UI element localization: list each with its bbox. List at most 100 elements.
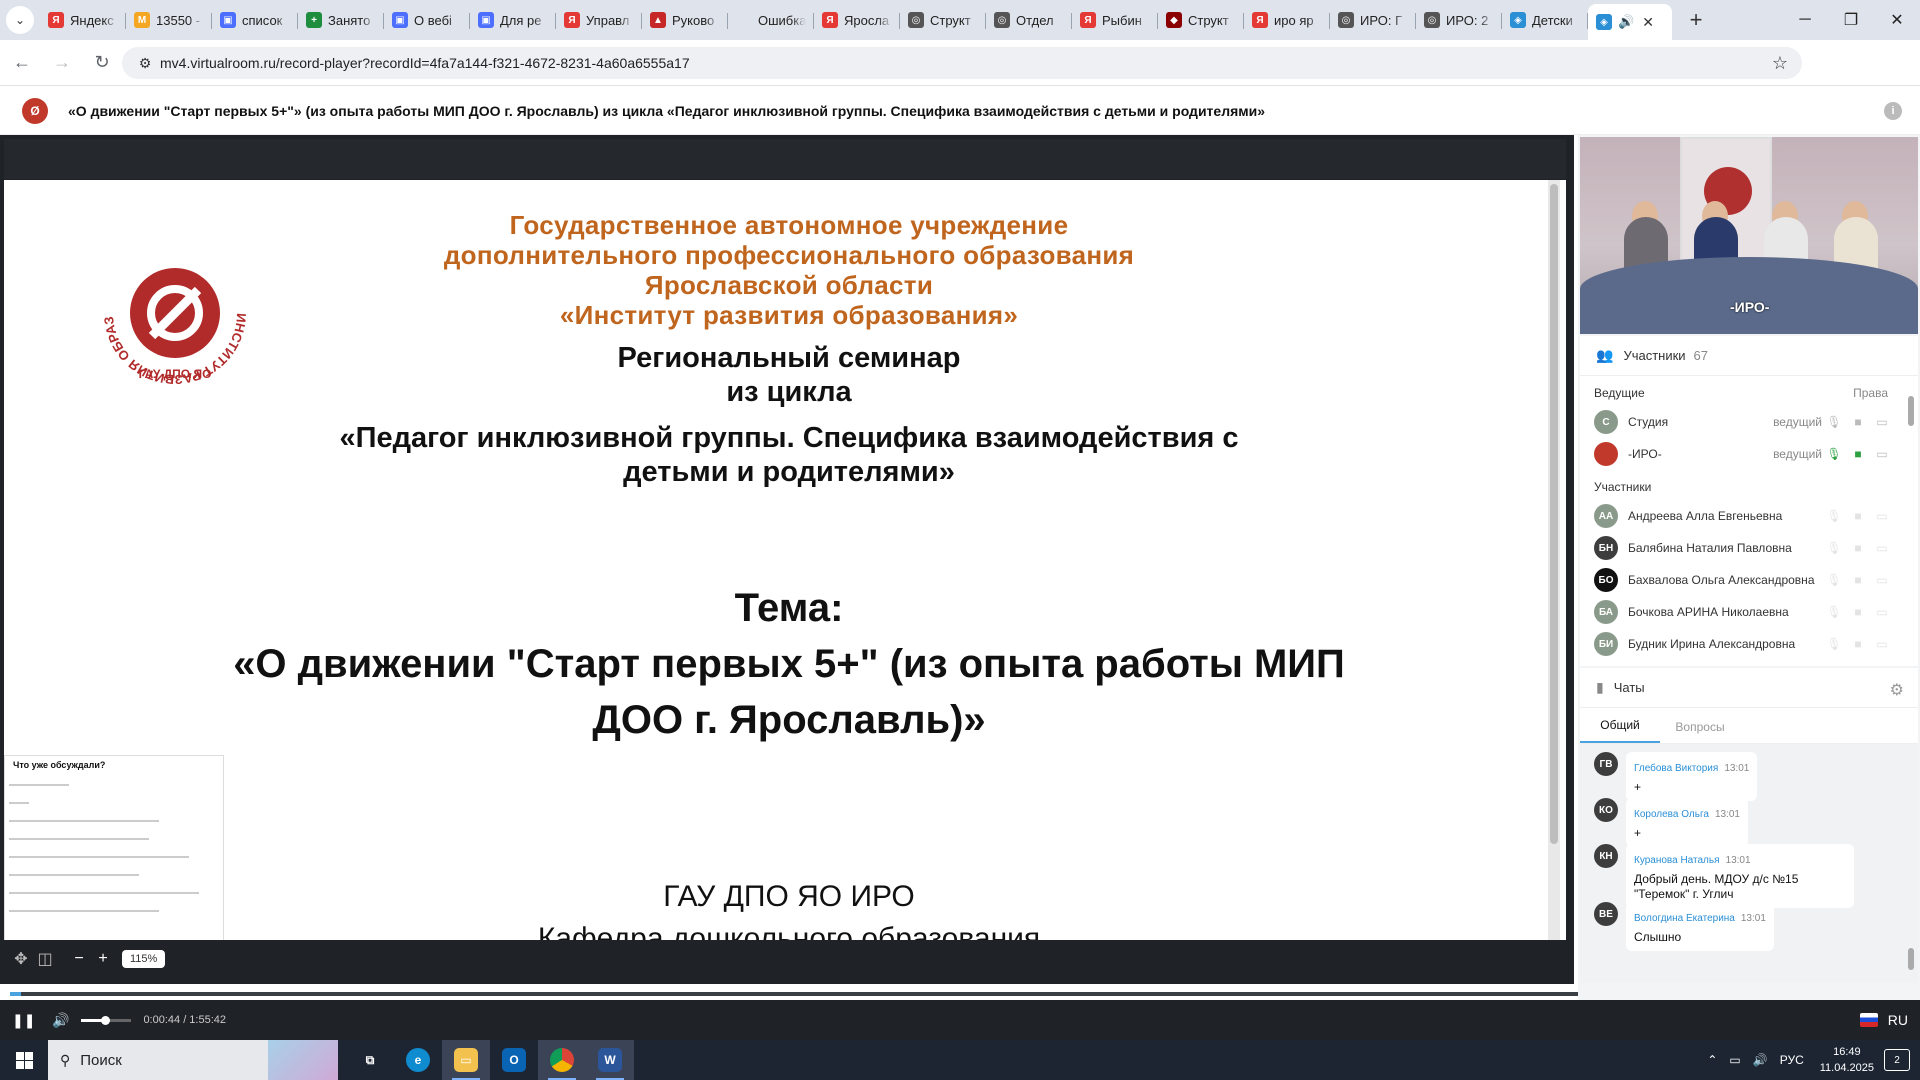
info-icon[interactable]: i <box>1884 101 1902 120</box>
message-author[interactable]: Королева Ольга <box>1634 809 1709 820</box>
task-view-button[interactable]: ⧉ <box>346 1040 394 1080</box>
explorer-app[interactable]: ▭ <box>442 1040 490 1080</box>
slide-scrollbar-thumb[interactable] <box>1550 184 1558 844</box>
pan-icon[interactable]: ✥ <box>10 948 32 970</box>
microphone-icon[interactable]: 🎙 <box>1826 637 1842 651</box>
volume-slider[interactable] <box>81 1015 132 1025</box>
fit-icon[interactable]: ◫ <box>34 948 56 970</box>
forward-button[interactable]: → <box>44 45 80 81</box>
screen-share-icon[interactable]: ▭ <box>1874 509 1890 523</box>
participant-row[interactable]: БИ Будник Ирина Александровна 🎙 ■ ▭ <box>1580 628 1918 660</box>
browser-tab[interactable]: Яиро яр <box>1244 4 1330 36</box>
camera-icon[interactable]: ■ <box>1850 605 1866 619</box>
browser-tab[interactable]: Я Яндекс <box>40 4 126 36</box>
microphone-icon[interactable]: 🎙 <box>1826 447 1842 461</box>
audio-playing-icon[interactable]: 🔊 <box>1618 14 1634 30</box>
browser-tab[interactable]: ◎ Отдел <box>986 4 1072 36</box>
microphone-icon[interactable]: 🎙 <box>1826 415 1842 429</box>
volume-slider-knob[interactable] <box>101 1015 111 1025</box>
browser-tab[interactable]: Ошибка на <box>728 4 814 36</box>
back-button[interactable]: ← <box>4 45 40 81</box>
language-selector[interactable]: RU <box>1859 1012 1908 1028</box>
participant-row[interactable]: БА Бочкова АРИНА Николаевна 🎙 ■ ▭ <box>1580 596 1918 628</box>
screen-share-icon[interactable]: ▭ <box>1874 637 1890 651</box>
participant-row[interactable]: АА Андреева Алла Евгеньевна 🎙 ■ ▭ <box>1580 500 1918 532</box>
browser-tab[interactable]: M 13550 - <box>126 4 212 36</box>
camera-icon[interactable]: ■ <box>1850 637 1866 651</box>
browser-tab[interactable]: ◆ Структ <box>1158 4 1244 36</box>
screen-share-icon[interactable]: ▭ <box>1874 541 1890 555</box>
participants-scrollbar[interactable] <box>1908 376 1914 666</box>
volume-icon[interactable]: 🔊 <box>52 1012 69 1029</box>
reload-button[interactable]: ↻ <box>84 45 120 81</box>
close-tab-icon[interactable]: ✕ <box>1642 14 1654 31</box>
chrome-app[interactable] <box>538 1040 586 1080</box>
message-author[interactable]: Глебова Виктория <box>1634 763 1718 774</box>
minimize-button[interactable]: ─ <box>1782 0 1828 40</box>
participant-row[interactable]: БО Бахвалова Ольга Александровна 🎙 ■ ▭ <box>1580 564 1918 596</box>
browser-tab[interactable]: ◎ ИРО: 2 <box>1416 4 1502 36</box>
camera-icon[interactable]: ■ <box>1850 509 1866 523</box>
chat-tab-general[interactable]: Общий <box>1580 718 1660 743</box>
slide-scrollbar[interactable] <box>1548 180 1560 940</box>
message-author[interactable]: Куранова Наталья <box>1634 855 1720 866</box>
browser-tab[interactable]: ▣ О вебі <box>384 4 470 36</box>
tray-chevron-icon[interactable]: ⌃ <box>1707 1053 1717 1067</box>
word-app[interactable]: W <box>586 1040 634 1080</box>
tab-search-button[interactable]: ⌄ <box>6 6 34 34</box>
clock[interactable]: 16:49 11.04.2025 <box>1820 1044 1874 1076</box>
speaker-video[interactable]: -ИРО- <box>1580 137 1918 334</box>
browser-tab[interactable]: + Занято <box>298 4 384 36</box>
camera-icon[interactable]: ■ <box>1850 573 1866 587</box>
microphone-icon[interactable]: 🎙 <box>1826 573 1842 587</box>
browser-tab[interactable]: ◎ ИРО: Г <box>1330 4 1416 36</box>
camera-icon[interactable]: ■ <box>1850 447 1866 461</box>
screen-share-icon[interactable]: ▭ <box>1874 573 1890 587</box>
participant-row[interactable]: БН Балябина Наталия Павловна 🎙 ■ ▭ <box>1580 532 1918 564</box>
browser-tab[interactable]: ▲ Руково <box>642 4 728 36</box>
close-window-button[interactable]: ✕ <box>1874 0 1920 40</box>
host-row[interactable]: -ИРО-ведущий 🎙 ■ ▭ <box>1580 438 1918 470</box>
site-info-icon[interactable]: ⚙ <box>130 55 160 72</box>
speaker-icon[interactable]: 🔊 <box>1753 1053 1768 1067</box>
zoom-out-button[interactable]: − <box>68 948 90 970</box>
chat-tab-questions[interactable]: Вопросы <box>1660 720 1740 743</box>
browser-tab[interactable]: Я Рыбин <box>1072 4 1158 36</box>
new-tab-button[interactable]: + <box>1682 7 1710 33</box>
screen-share-icon[interactable]: ▭ <box>1874 605 1890 619</box>
screen-share-icon[interactable]: ▭ <box>1874 447 1890 461</box>
microphone-icon[interactable]: 🎙 <box>1826 541 1842 555</box>
start-button[interactable] <box>0 1040 48 1080</box>
notifications-button[interactable]: 2 <box>1884 1049 1910 1071</box>
browser-tab[interactable]: ◎ Структ <box>900 4 986 36</box>
browser-tab[interactable]: Я Управл <box>556 4 642 36</box>
chat-scrollbar[interactable] <box>1908 748 1914 978</box>
window-controls: ─ ❐ ✕ <box>1782 0 1920 40</box>
bookmark-star-icon[interactable]: ☆ <box>1772 53 1788 74</box>
thumbnail-preview[interactable]: Что уже обсуждали? <box>4 755 224 940</box>
camera-icon[interactable]: ■ <box>1850 541 1866 555</box>
input-language[interactable]: РУС <box>1780 1053 1804 1067</box>
pause-button[interactable]: ❚❚ <box>12 1012 35 1029</box>
camera-icon[interactable]: ■ <box>1850 415 1866 429</box>
browser-tab[interactable]: ▣ Для ре <box>470 4 556 36</box>
tab-active[interactable]: ◈ 🔊 ✕ <box>1588 4 1672 40</box>
url-text[interactable]: mv4.virtualroom.ru/record-player?recordI… <box>160 55 690 71</box>
outlook-app[interactable]: O <box>490 1040 538 1080</box>
host-row[interactable]: С Студия ведущий 🎙 ■ ▭ <box>1580 406 1918 438</box>
message-author[interactable]: Вологдина Екатерина <box>1634 913 1735 924</box>
participants-header[interactable]: 👥 Участники 67 <box>1580 336 1918 376</box>
screen-share-icon[interactable]: ▭ <box>1874 415 1890 429</box>
browser-tab[interactable]: ▣ список <box>212 4 298 36</box>
microphone-icon[interactable]: 🎙 <box>1826 605 1842 619</box>
edge-app[interactable]: e <box>394 1040 442 1080</box>
restore-button[interactable]: ❐ <box>1828 0 1874 40</box>
network-icon[interactable]: ▭ <box>1729 1053 1740 1067</box>
zoom-in-button[interactable]: + <box>92 948 114 970</box>
browser-tab[interactable]: Я Яросла <box>814 4 900 36</box>
omnibox[interactable]: ⚙ mv4.virtualroom.ru/record-player?recor… <box>122 47 1802 79</box>
browser-tab[interactable]: ◈ Детски <box>1502 4 1588 36</box>
microphone-icon[interactable]: 🎙 <box>1826 509 1842 523</box>
chat-settings-gear-icon[interactable]: ⚙ <box>1890 680 1904 700</box>
taskbar-search[interactable]: ⚲ Поиск <box>48 1040 338 1080</box>
